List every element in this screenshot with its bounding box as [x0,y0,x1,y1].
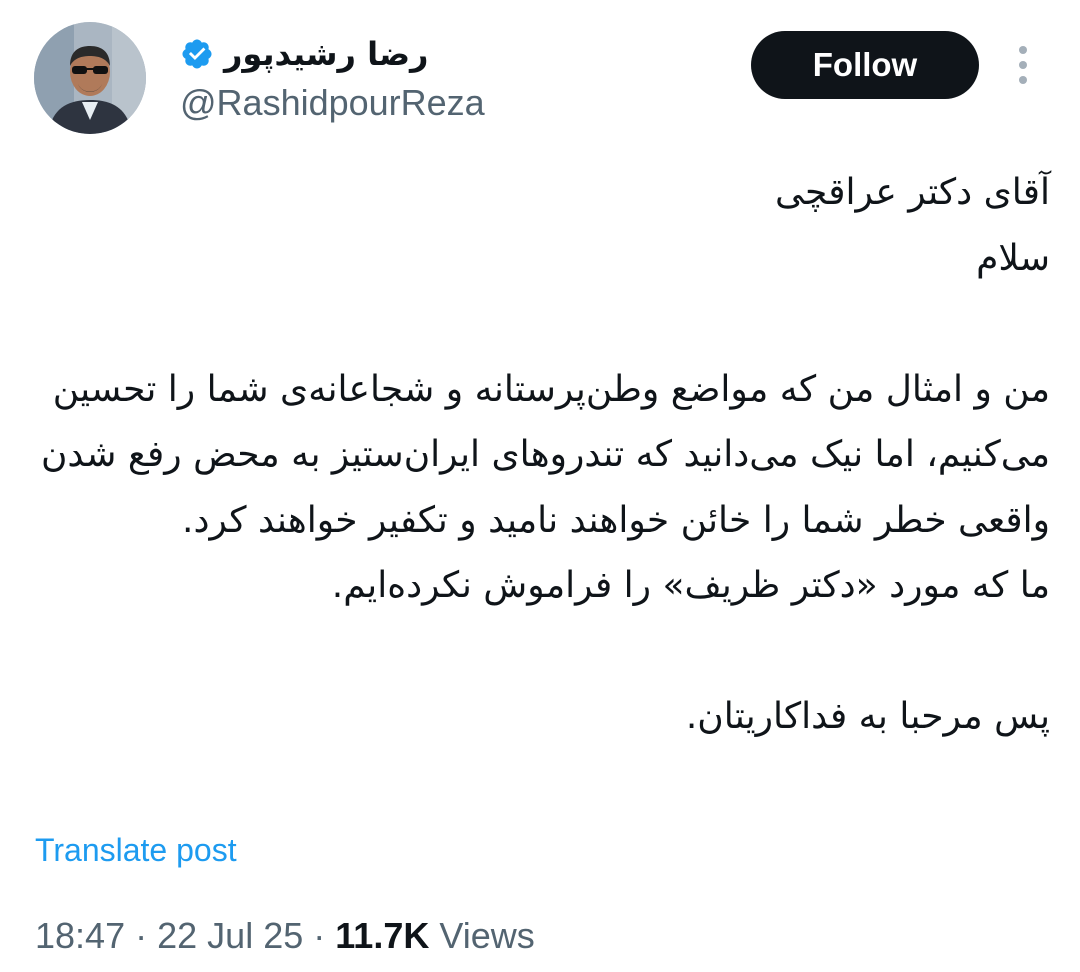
meta-separator: · [135,915,148,956]
profile-photo-icon [34,22,146,134]
tweet-paragraph-spacer [30,291,1050,357]
views-label: Views [439,915,535,956]
more-options-button[interactable] [1005,40,1041,92]
tweet-paragraph-spacer-2 [30,619,1050,685]
views-count: 11.7K [335,915,430,956]
translate-post-link[interactable]: Translate post [35,832,237,869]
user-handle[interactable]: @RashidpourReza [180,82,600,124]
tweet-paragraph-greeting: آقای دکتر عراقچی سلام [775,172,1050,279]
meta-separator: · [313,915,326,956]
follow-button[interactable]: Follow [751,31,979,99]
more-vertical-icon [1019,46,1027,84]
post-date[interactable]: 22 Jul 25 [157,915,303,956]
tweet-paragraph-main: من و امثال من که مواضع وطن‌پرستانه و شجا… [40,368,1050,607]
name-row: رضا رشیدپور [180,30,600,78]
tweet-text: آقای دکتر عراقچی سلام من و امثال من که م… [30,160,1050,750]
display-name[interactable]: رضا رشیدپور [224,35,428,73]
tweet-meta: 18:47 · 22 Jul 25 · 11.7K Views [35,915,535,957]
tweet: رضا رشیدپور @RashidpourReza Follow آقای … [0,0,1080,972]
verified-badge-icon [182,39,212,69]
tweet-paragraph-closing: پس مرحبا به فداکاریتان. [685,696,1050,737]
avatar[interactable] [34,22,146,134]
author-info: رضا رشیدپور @RashidpourReza [180,30,600,124]
post-time[interactable]: 18:47 [35,915,125,956]
